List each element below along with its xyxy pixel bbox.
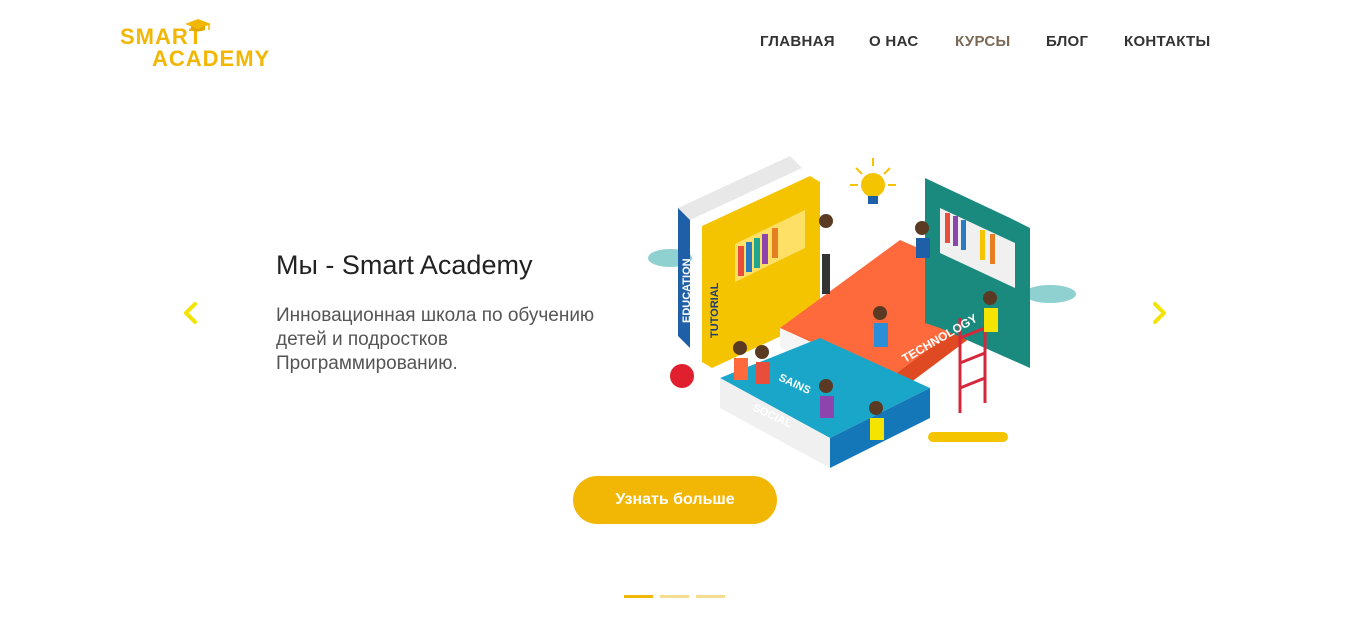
chevron-left-icon[interactable] [180, 300, 202, 326]
chevron-right-icon[interactable] [1148, 300, 1170, 326]
nav-item-about[interactable]: О НАС [869, 33, 918, 50]
logo-text-line2: ACADEMY [152, 46, 271, 71]
cloud-right [1024, 285, 1076, 303]
slider-dot-1[interactable] [624, 595, 653, 598]
library-illustration: EDUCATION TUTORIAL TECHNOLOGY SAINS SOCI… [648, 156, 1076, 468]
nav-item-home[interactable]: ГЛАВНАЯ [760, 33, 835, 50]
hero-title: Мы - Smart Academy [276, 250, 533, 280]
graduation-cap-icon [185, 19, 211, 32]
hero-subtitle: Инновационная школа по обучению детей и … [276, 305, 595, 374]
learn-more-button[interactable]: Узнать больше [573, 476, 777, 524]
nav-item-blog[interactable]: БЛОГ [1046, 33, 1088, 50]
logo[interactable]: SMART ACADEMY [120, 18, 275, 72]
search-bar-illustration [928, 432, 1008, 442]
slider-dot-2[interactable] [660, 595, 689, 598]
apple-icon [670, 364, 694, 388]
lightbulb-icon [850, 158, 896, 204]
book-label-education: EDUCATION [681, 258, 693, 323]
nav-item-courses[interactable]: КУРСЫ [955, 33, 1011, 50]
slider-dot-3[interactable] [696, 595, 725, 598]
nav-item-contacts[interactable]: КОНТАКТЫ [1124, 33, 1210, 50]
book-label-tutorial: TUTORIAL [709, 282, 721, 338]
